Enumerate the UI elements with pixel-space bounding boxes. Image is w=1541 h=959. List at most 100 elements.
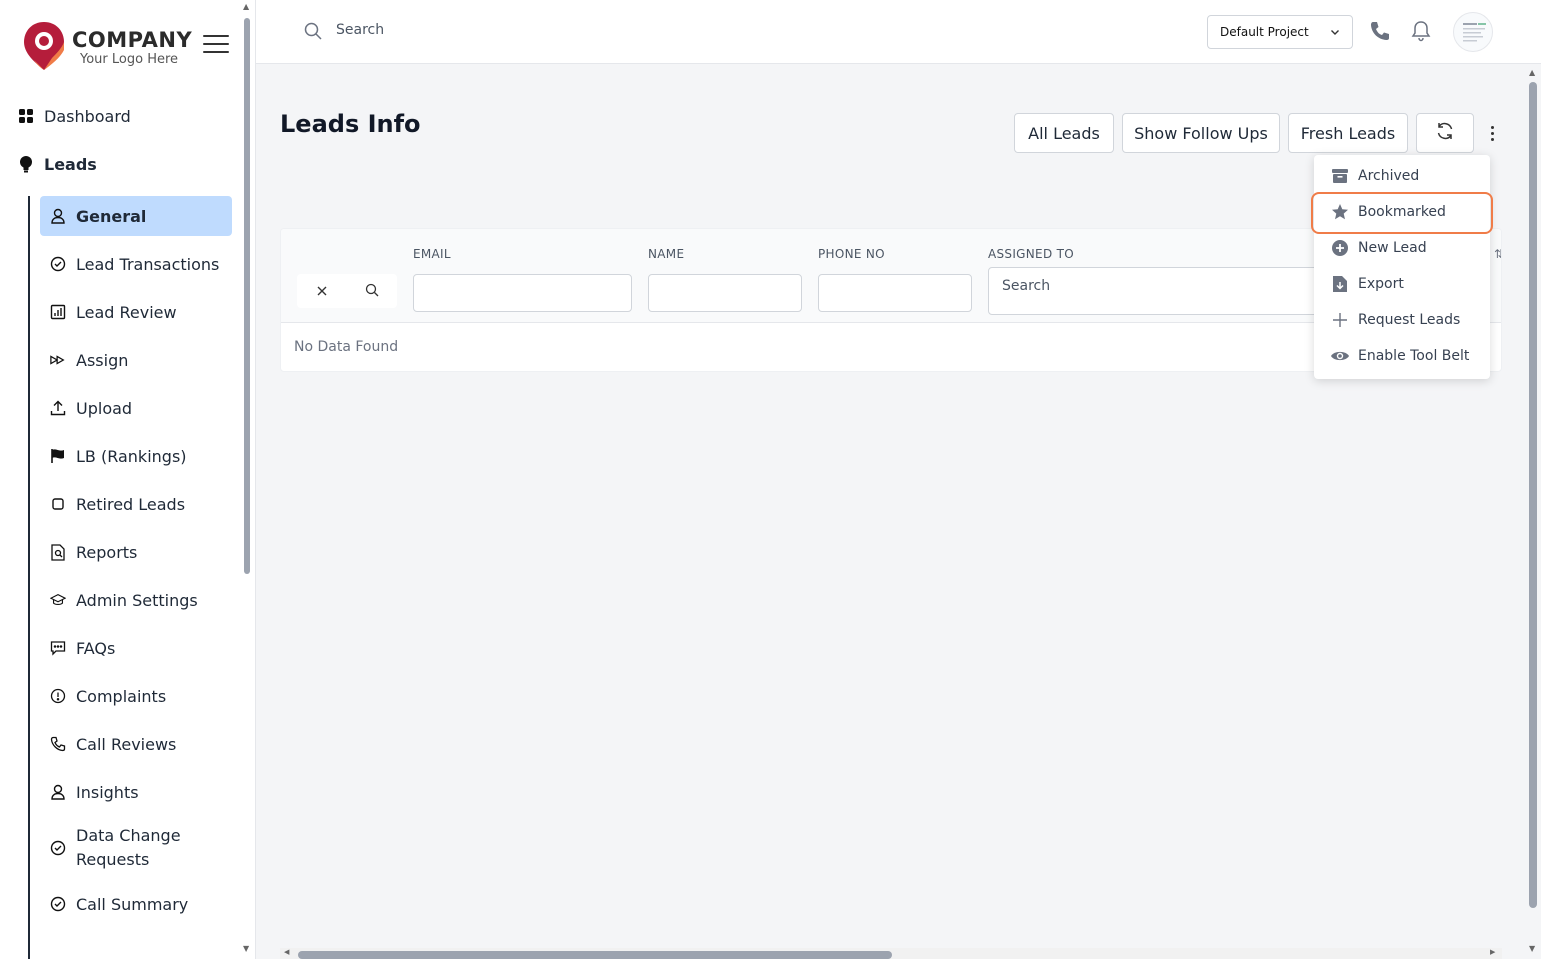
sidebar-item-label: Lead Transactions [76, 254, 220, 274]
sidebar-item-lead-transactions[interactable]: Lead Transactions [40, 244, 232, 284]
menu-item-request-leads[interactable]: Request Leads [1314, 302, 1490, 338]
assigned-to-search-input[interactable]: Search [988, 267, 1328, 315]
file-download-icon [1330, 274, 1350, 294]
sidebar-item-label: Admin Settings [76, 590, 198, 610]
sidebar-item-general[interactable]: General [40, 196, 232, 236]
column-header-email: EMAIL [413, 247, 451, 261]
company-logo[interactable]: COMPANY Your Logo Here [22, 20, 192, 74]
sidebar-item-label: Complaints [76, 686, 167, 706]
chat-icon [50, 640, 66, 656]
name-filter-input[interactable] [648, 274, 802, 312]
sidebar-item-call-reviews[interactable]: Call Reviews [40, 724, 232, 764]
fresh-leads-button[interactable]: Fresh Leads [1288, 113, 1408, 153]
table-scroll-thumb[interactable] [298, 951, 892, 959]
phone-icon[interactable] [1369, 20, 1391, 46]
square-icon [50, 496, 66, 512]
nav-leads[interactable]: Leads [16, 148, 131, 180]
top-header: Search Default Project [256, 0, 1541, 64]
refresh-icon [1435, 121, 1455, 145]
scroll-down-arrow-icon[interactable]: ▼ [243, 944, 251, 953]
sidebar-item-label: Call Summary [76, 894, 189, 914]
all-leads-button[interactable]: All Leads [1014, 113, 1114, 153]
clear-filter-button[interactable] [297, 274, 347, 308]
sidebar-item-label: Upload [76, 398, 133, 418]
upload-icon [50, 400, 66, 416]
scroll-right-arrow-icon[interactable]: ▶ [1490, 948, 1498, 956]
nav-dashboard[interactable]: Dashboard [16, 100, 131, 132]
leads-subnav: General Lead Transactions Lead Review As… [28, 196, 232, 959]
bulb-icon [16, 154, 36, 174]
sidebar-item-retired-leads[interactable]: Retired Leads [40, 484, 232, 524]
column-header-phone: PHONE NO [818, 247, 885, 261]
nav-top: Dashboard Leads [16, 100, 131, 196]
menu-item-label: Bookmarked [1358, 204, 1446, 220]
sidebar-item-label: General [76, 206, 147, 226]
plus-circle-icon [1330, 238, 1350, 258]
graduation-icon [50, 592, 66, 608]
sidebar-item-label: Retired Leads [76, 494, 186, 514]
menu-item-new-lead[interactable]: New Lead [1314, 230, 1490, 266]
alert-circle-icon [50, 688, 66, 704]
sidebar-item-call-summary[interactable]: Call Summary [40, 884, 232, 924]
page-title: Leads Info [280, 110, 421, 138]
empty-state-text: No Data Found [294, 339, 399, 355]
sidebar-scrollbar[interactable]: ▲ ▼ [240, 0, 254, 959]
file-search-icon [50, 543, 66, 561]
user-icon [50, 784, 66, 800]
archive-icon [1330, 166, 1350, 186]
sidebar-item-upload[interactable]: Upload [40, 388, 232, 428]
check-circle-icon [50, 256, 66, 272]
scroll-up-arrow-icon[interactable]: ▲ [243, 2, 251, 11]
menu-toggle-button[interactable] [203, 35, 229, 55]
phone-filter-input[interactable] [818, 274, 972, 312]
sidebar-item-reports[interactable]: Reports [40, 532, 232, 572]
scroll-left-arrow-icon[interactable]: ◀ [284, 948, 292, 956]
sidebar-scroll-thumb[interactable] [244, 18, 250, 574]
global-search-input[interactable]: Search [336, 22, 384, 38]
refresh-button[interactable] [1416, 113, 1474, 153]
sidebar-item-label: Assign [76, 350, 129, 370]
brand-title: COMPANY [72, 28, 193, 52]
user-icon [50, 208, 66, 224]
menu-item-export[interactable]: Export [1314, 266, 1490, 302]
table-horizontal-scrollbar[interactable]: ◀ ▶ [280, 948, 1502, 959]
sidebar-item-complaints[interactable]: Complaints [40, 676, 232, 716]
sidebar-item-label: Reports [76, 542, 138, 562]
forward-icon [50, 352, 66, 368]
show-follow-ups-button[interactable]: Show Follow Ups [1122, 113, 1280, 153]
sidebar-item-lb-rankings[interactable]: LB (Rankings) [40, 436, 232, 476]
sidebar-item-lead-review[interactable]: Lead Review [40, 292, 232, 332]
apply-filter-button[interactable] [347, 274, 397, 308]
chevron-down-icon [1330, 26, 1340, 40]
scroll-up-arrow-icon[interactable]: ▲ [1529, 68, 1537, 77]
scroll-down-arrow-icon[interactable]: ▼ [1529, 944, 1537, 953]
sidebar-item-data-change-requests[interactable]: Data Change Requests [40, 820, 232, 876]
menu-item-archived[interactable]: Archived [1314, 158, 1490, 194]
grid-icon [16, 106, 36, 126]
search-icon [365, 282, 379, 301]
project-select-value: Default Project [1220, 25, 1309, 39]
avatar[interactable] [1453, 12, 1493, 52]
more-options-icon[interactable] [1484, 122, 1500, 144]
sidebar-item-assign[interactable]: Assign [40, 340, 232, 380]
chart-icon [50, 304, 66, 320]
sidebar-item-faqs[interactable]: FAQs [40, 628, 232, 668]
star-icon [1330, 202, 1350, 222]
sort-icon[interactable]: ⇅ [1494, 247, 1501, 261]
menu-item-label: New Lead [1358, 240, 1427, 256]
project-select[interactable]: Default Project [1207, 15, 1353, 49]
brand-subtitle: Your Logo Here [80, 52, 179, 67]
plus-icon [1330, 310, 1350, 330]
menu-item-enable-tool-belt[interactable]: Enable Tool Belt [1314, 338, 1490, 374]
search-icon [304, 22, 322, 44]
email-filter-input[interactable] [413, 274, 632, 312]
main-scroll-thumb[interactable] [1529, 82, 1537, 908]
filter-actions [297, 274, 397, 308]
bell-icon[interactable] [1411, 20, 1431, 46]
logo-pin-icon [24, 22, 64, 70]
sidebar-item-label: LB (Rankings) [76, 446, 187, 466]
menu-item-bookmarked[interactable]: Bookmarked [1314, 194, 1490, 230]
sidebar-item-insights[interactable]: Insights [40, 772, 232, 812]
sidebar-item-admin-settings[interactable]: Admin Settings [40, 580, 232, 620]
main-vertical-scrollbar[interactable]: ▲ ▼ [1525, 68, 1541, 959]
